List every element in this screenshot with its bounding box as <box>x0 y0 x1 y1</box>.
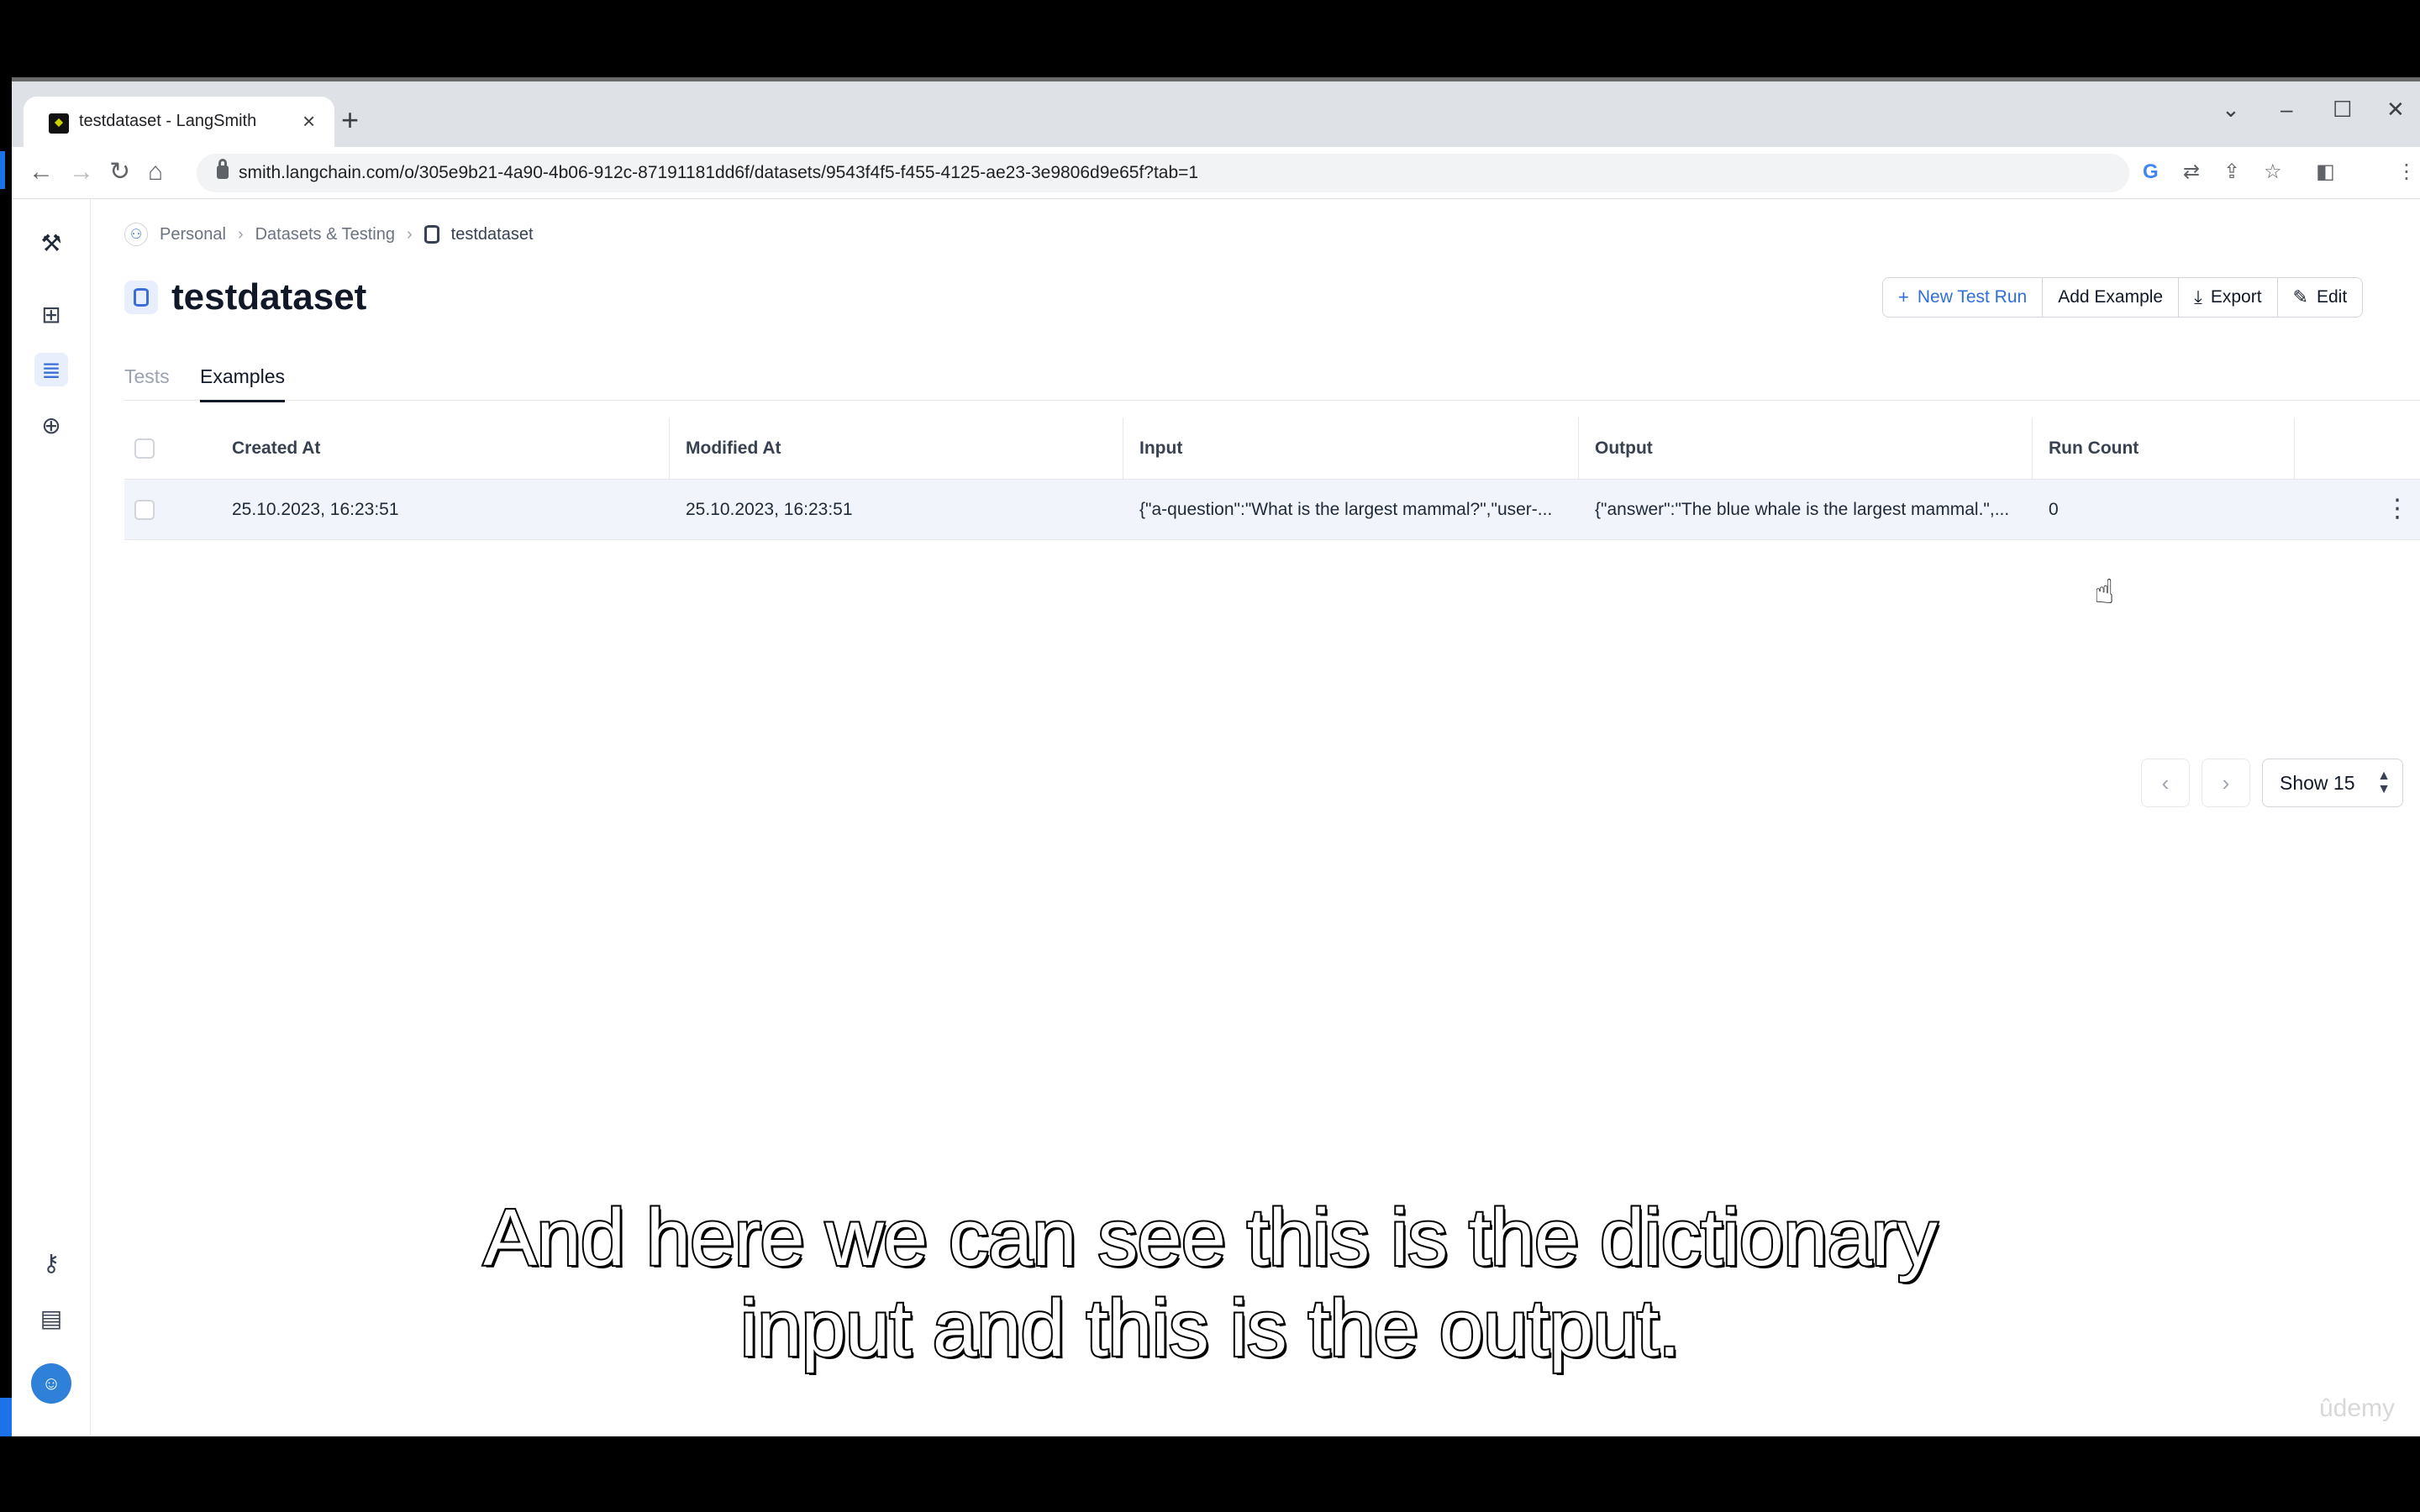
column-divider[interactable] <box>1578 417 1579 480</box>
page-header: testdataset <box>124 276 366 318</box>
langsmith-logo-icon[interactable]: ⚒ <box>34 226 68 260</box>
export-label: Export <box>2210 287 2262 307</box>
video-subtitle: And here we can see this is the dictiona… <box>0 1191 2420 1375</box>
url-text[interactable]: smith.langchain.com/o/305e9b21-4a90-4b06… <box>239 163 1198 183</box>
forward-button[interactable]: → <box>69 159 94 186</box>
pencil-icon: ✎ <box>2292 286 2308 307</box>
column-divider[interactable] <box>669 417 670 480</box>
tab-strip: testdataset - LangSmith × + ⌄ – ☐ ✕ <box>12 81 2420 147</box>
next-page-button[interactable]: › <box>2202 759 2250 807</box>
lock-icon[interactable] <box>217 159 229 179</box>
close-tab-icon[interactable]: × <box>302 108 315 134</box>
breadcrumb-personal[interactable]: Personal <box>160 225 226 244</box>
chevron-right-icon: › <box>237 224 244 244</box>
taskbar-edge <box>0 151 5 189</box>
plus-icon: + <box>1898 286 1909 307</box>
subtitle-line-1: And here we can see this is the dictiona… <box>481 1191 1939 1284</box>
new-test-run-label: New Test Run <box>1917 287 2028 307</box>
chevron-right-icon: › <box>407 224 413 244</box>
browser-tab[interactable]: testdataset - LangSmith × <box>24 97 334 147</box>
edit-label: Edit <box>2316 287 2348 307</box>
row-checkbox[interactable] <box>134 500 155 520</box>
letterbox-bottom <box>0 1436 2420 1512</box>
taskbar-edge <box>0 1398 12 1436</box>
back-button[interactable]: ← <box>29 159 54 186</box>
export-button[interactable]: ⤓ Export <box>2179 278 2278 317</box>
share-icon[interactable]: ⇪ <box>2223 160 2240 184</box>
breadcrumb-datasets[interactable]: Datasets & Testing <box>255 225 395 244</box>
breadcrumb: ⚇ Personal › Datasets & Testing › testda… <box>124 223 534 246</box>
address-bar[interactable]: smith.langchain.com/o/305e9b21-4a90-4b06… <box>197 154 2129 192</box>
edit-button[interactable]: ✎ Edit <box>2277 278 2363 317</box>
browser-menu-icon[interactable]: ⋮ <box>2396 160 2417 184</box>
cell-modified-at: 25.10.2023, 16:23:51 <box>686 500 853 519</box>
hand-cursor-icon: ☝ <box>2094 574 2115 611</box>
page-size-select[interactable]: Show 15 ▲ ▼ <box>2262 759 2403 807</box>
tab-tests[interactable]: Tests <box>124 365 170 388</box>
column-divider[interactable] <box>2294 417 2295 480</box>
page-size-label: Show 15 <box>2280 771 2355 794</box>
new-tab-button[interactable]: + <box>341 105 359 135</box>
action-button-group: + New Test Run Add Example ⤓ Export ✎ Ed… <box>1882 277 2364 318</box>
table-row[interactable]: 25.10.2023, 16:23:51 25.10.2023, 16:23:5… <box>124 480 2420 540</box>
cell-created-at: 25.10.2023, 16:23:51 <box>232 500 399 519</box>
column-divider[interactable] <box>2032 417 2033 480</box>
table-header: Created At Modified At Input Output Run … <box>124 417 2420 480</box>
google-icon[interactable]: G <box>2143 160 2159 184</box>
cell-output: {"answer":"The blue whale is the largest… <box>1595 500 2010 519</box>
dataset-icon <box>124 281 158 314</box>
subtitle-line-2: input and this is the output. <box>739 1282 1682 1375</box>
person-icon: ⚇ <box>124 223 148 246</box>
cell-run-count: 0 <box>2049 500 2059 519</box>
add-example-button[interactable]: Add Example <box>2043 278 2180 317</box>
header-output[interactable]: Output <box>1595 417 1653 480</box>
close-window-button[interactable]: ✕ <box>2386 97 2405 122</box>
hub-globe-icon[interactable]: ⊕ <box>34 408 68 442</box>
tab-title: testdataset - LangSmith <box>79 112 257 130</box>
updown-chevron-icon: ▲ ▼ <box>2377 769 2391 796</box>
letterbox-top <box>0 0 2420 77</box>
udemy-watermark: ûdemy <box>2319 1394 2396 1422</box>
database-icon <box>424 225 439 244</box>
side-panel-icon[interactable]: ◧ <box>2316 160 2335 184</box>
reload-button[interactable]: ↻ <box>109 159 130 186</box>
download-icon: ⤓ <box>2194 286 2202 307</box>
page-title: testdataset <box>171 276 367 318</box>
datasets-icon[interactable]: ≣ <box>34 353 68 386</box>
select-all-checkbox[interactable] <box>134 438 155 459</box>
tab-search-icon[interactable]: ⌄ <box>2222 97 2240 122</box>
bookmark-star-icon[interactable]: ☆ <box>2264 160 2282 184</box>
home-button[interactable]: ⌂ <box>148 159 163 186</box>
breadcrumb-current: testdataset <box>450 224 534 244</box>
tab-examples[interactable]: Examples <box>200 365 285 402</box>
cell-input: {"a-question":"What is the largest mamma… <box>1139 500 1553 519</box>
new-test-run-button[interactable]: + New Test Run <box>1883 278 2044 317</box>
browser-toolbar: ← → ↻ ⌂ smith.langchain.com/o/305e9b21-4… <box>12 147 2420 199</box>
header-input[interactable]: Input <box>1139 417 1182 480</box>
dataset-tabs: Tests Examples <box>124 359 2420 402</box>
header-modified-at[interactable]: Modified At <box>686 417 781 480</box>
header-run-count[interactable]: Run Count <box>2049 417 2139 480</box>
header-created-at[interactable]: Created At <box>232 417 320 480</box>
add-example-label: Add Example <box>2058 287 2164 307</box>
maximize-button[interactable]: ☐ <box>2333 97 2352 122</box>
more-vertical-icon[interactable]: ⋮ <box>2385 495 2410 523</box>
projects-grid-icon[interactable]: ⊞ <box>34 297 68 331</box>
langsmith-favicon-icon <box>49 113 69 134</box>
translate-icon[interactable]: ⇄ <box>2183 160 2200 184</box>
prev-page-button[interactable]: ‹ <box>2141 759 2190 807</box>
minimize-button[interactable]: – <box>2281 97 2292 122</box>
